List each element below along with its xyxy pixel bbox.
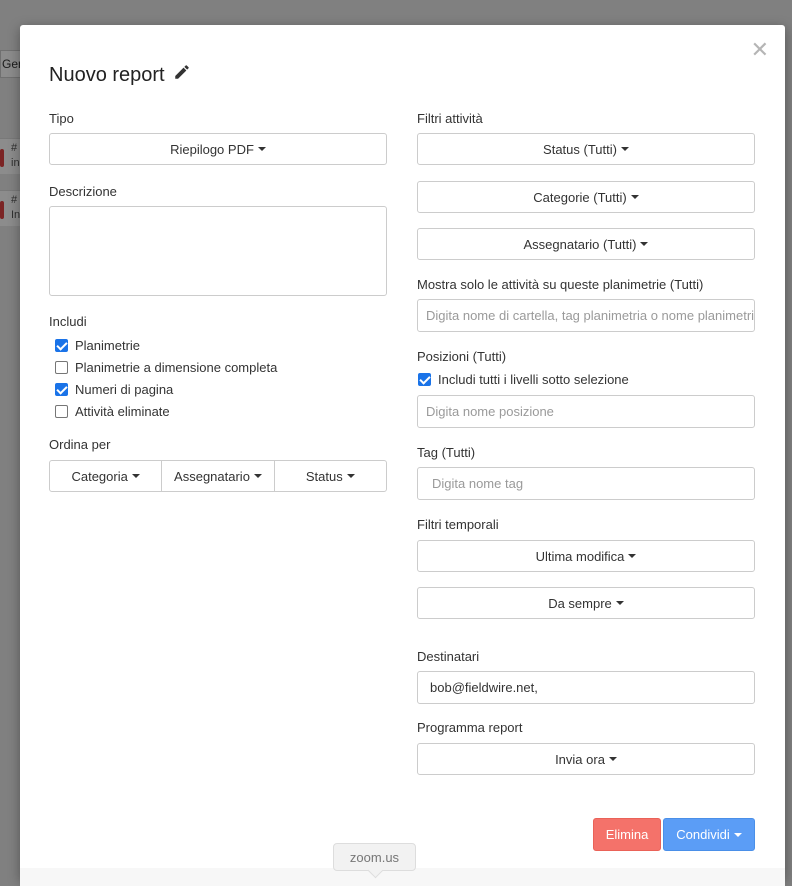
status-filter-dropdown[interactable]: Status (Tutti) xyxy=(417,133,755,165)
tipo-label: Tipo xyxy=(49,111,74,126)
includi-label: Includi xyxy=(49,314,87,329)
tipo-dropdown[interactable]: Riepilogo PDF xyxy=(49,133,387,165)
planimetrie-input[interactable]: Digita nome di cartella, tag planimetria… xyxy=(417,299,755,332)
checkbox-checked[interactable] xyxy=(55,382,68,396)
destinatari-input[interactable]: bob@fieldwire.net, xyxy=(417,671,755,704)
caret-down-icon xyxy=(733,832,742,837)
caret-down-icon xyxy=(131,474,140,478)
checkbox-checked[interactable] xyxy=(418,372,431,386)
modal-title: Nuovo report xyxy=(49,63,191,87)
new-report-modal: ✕ Nuovo report Tipo Riepilogo PDF Descri… xyxy=(20,25,785,880)
caret-down-icon xyxy=(615,601,624,605)
checkbox-numeri-pagina[interactable]: Numeri di pagina xyxy=(49,378,387,400)
filtri-temporali-label: Filtri temporali xyxy=(417,517,499,532)
elimina-button[interactable]: Elimina xyxy=(593,818,661,851)
caret-down-icon xyxy=(608,757,617,761)
close-icon[interactable]: ✕ xyxy=(751,39,769,61)
caret-down-icon xyxy=(253,474,262,478)
ordina-button-group: Categoria Assegnatario Status xyxy=(49,460,387,492)
filtri-label: Filtri attività xyxy=(417,111,483,126)
sort-status-button[interactable]: Status xyxy=(273,460,387,492)
caret-down-icon xyxy=(628,554,637,558)
descrizione-label: Descrizione xyxy=(49,184,117,199)
posizione-input[interactable]: Digita nome posizione xyxy=(417,395,755,428)
zoom-tooltip: zoom.us xyxy=(333,843,416,871)
checkbox-attivita-eliminate[interactable]: Attività eliminate xyxy=(49,400,387,422)
sort-categoria-button[interactable]: Categoria xyxy=(49,460,163,492)
pencil-icon[interactable] xyxy=(173,63,191,87)
categorie-filter-dropdown[interactable]: Categorie (Tutti) xyxy=(417,181,755,213)
caret-down-icon xyxy=(257,147,266,151)
assegnatario-filter-dropdown[interactable]: Assegnatario (Tutti) xyxy=(417,228,755,260)
ultima-modifica-dropdown[interactable]: Ultima modifica xyxy=(417,540,755,572)
condividi-button[interactable]: Condividi xyxy=(663,818,755,851)
caret-down-icon xyxy=(346,474,355,478)
caret-down-icon xyxy=(640,242,649,246)
ordina-label: Ordina per xyxy=(49,437,111,452)
caret-down-icon xyxy=(630,195,639,199)
right-column: Filtri attività Status (Tutti) Categorie… xyxy=(417,111,755,775)
posizioni-label: Posizioni (Tutti) xyxy=(417,349,507,364)
destinatari-label: Destinatari xyxy=(417,649,480,664)
invia-dropdown[interactable]: Invia ora xyxy=(417,743,755,775)
modal-title-text: Nuovo report xyxy=(49,63,165,86)
checkbox-planimetrie-complete[interactable]: Planimetrie a dimensione completa xyxy=(49,356,387,378)
planimetrie-label: Mostra solo le attività su queste planim… xyxy=(417,277,704,292)
left-column: Tipo Riepilogo PDF Descrizione Includi P… xyxy=(49,111,387,492)
tag-input[interactable]: Digita nome tag xyxy=(417,467,755,500)
caret-down-icon xyxy=(620,147,629,151)
checkbox-checked[interactable] xyxy=(55,338,68,352)
programma-label: Programma report xyxy=(417,720,523,735)
tag-label: Tag (Tutti) xyxy=(417,445,476,460)
sort-assegnatario-button[interactable]: Assegnatario xyxy=(161,460,275,492)
checkbox-unchecked[interactable] xyxy=(55,360,68,374)
checkbox-includi-livelli[interactable]: Includi tutti i livelli sotto selezione xyxy=(417,368,755,390)
da-sempre-dropdown[interactable]: Da sempre xyxy=(417,587,755,619)
descrizione-textarea[interactable] xyxy=(49,206,387,296)
checkbox-planimetrie[interactable]: Planimetrie xyxy=(49,334,387,356)
checkbox-unchecked[interactable] xyxy=(55,404,68,418)
